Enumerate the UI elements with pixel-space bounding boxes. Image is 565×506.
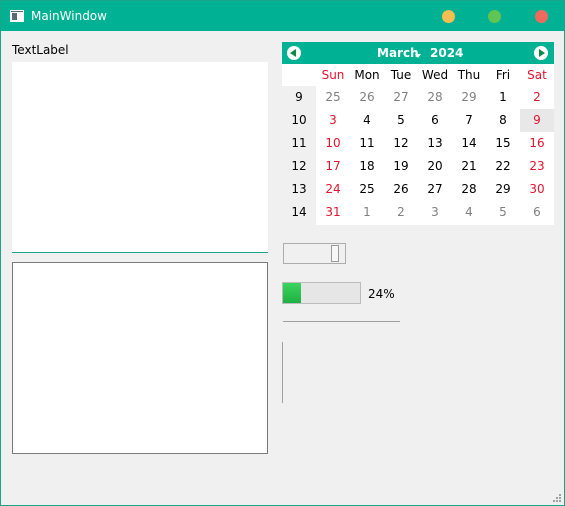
next-month-arrow-icon[interactable] (534, 46, 548, 60)
calendar-day[interactable]: 7 (452, 109, 486, 132)
title-bar[interactable]: MainWindow (1, 1, 564, 31)
weekday-header: Thu (452, 64, 486, 86)
calendar-day[interactable]: 10 (316, 132, 350, 155)
main-window: MainWindow TextLabel March 2024 Sun Mon Tu… (0, 0, 565, 506)
calendar-day[interactable]: 2 (384, 201, 418, 224)
calendar-day[interactable]: 26 (350, 86, 384, 109)
calendar-day[interactable]: 3 (418, 201, 452, 224)
week-number: 13 (282, 178, 316, 201)
calendar-day[interactable]: 17 (316, 155, 350, 178)
calendar-day[interactable]: 28 (452, 178, 486, 201)
progress-fill (283, 283, 301, 303)
progress-percent: 24% (368, 287, 395, 301)
calendar-day[interactable]: 29 (452, 86, 486, 109)
weekday-header: Tue (384, 64, 418, 86)
calendar-day[interactable]: 18 (350, 155, 384, 178)
calendar-day[interactable]: 15 (486, 132, 520, 155)
calendar-day[interactable]: 14 (452, 132, 486, 155)
text-edit-bottom[interactable] (12, 262, 268, 454)
app-window-icon (10, 10, 24, 22)
slider-handle[interactable] (331, 245, 339, 262)
calendar-day[interactable]: 29 (486, 178, 520, 201)
calendar-day[interactable]: 28 (418, 86, 452, 109)
calendar-day[interactable]: 13 (418, 132, 452, 155)
year-selector[interactable]: 2024 (430, 46, 463, 60)
calendar-day[interactable]: 1 (486, 86, 520, 109)
week-number: 12 (282, 155, 316, 178)
calendar-day[interactable]: 21 (452, 155, 486, 178)
week-number: 10 (282, 109, 316, 132)
vertical-line (282, 342, 283, 403)
calendar-day[interactable]: 26 (384, 178, 418, 201)
calendar-day[interactable]: 25 (350, 178, 384, 201)
prev-month-arrow-icon[interactable] (287, 46, 301, 60)
calendar-navigation-bar: March 2024 (282, 42, 554, 64)
calendar-day[interactable]: 9 (520, 109, 554, 132)
size-grip-icon[interactable] (552, 493, 561, 502)
calendar-day[interactable]: 5 (384, 109, 418, 132)
calendar-day[interactable]: 22 (486, 155, 520, 178)
calendar-day[interactable]: 30 (520, 178, 554, 201)
calendar-day[interactable]: 4 (350, 109, 384, 132)
calendar-widget[interactable]: March 2024 Sun Mon Tue Wed Thu Fri Sat 9 25 26 27 2… (282, 42, 554, 225)
window-title: MainWindow (31, 9, 107, 23)
calendar-day[interactable]: 19 (384, 155, 418, 178)
maximize-button[interactable] (488, 10, 501, 23)
progress-bar (282, 282, 361, 304)
month-dropdown-chevron-icon[interactable] (415, 54, 421, 58)
text-label: TextLabel (12, 43, 69, 57)
calendar-day[interactable]: 8 (486, 109, 520, 132)
week-number: 14 (282, 201, 316, 224)
calendar-day[interactable]: 27 (418, 178, 452, 201)
weekday-header: Mon (350, 64, 384, 86)
close-button[interactable] (535, 10, 548, 23)
calendar-day[interactable]: 11 (350, 132, 384, 155)
calendar-day[interactable]: 3 (316, 109, 350, 132)
minimize-button[interactable] (442, 10, 455, 23)
calendar-day[interactable]: 5 (486, 201, 520, 224)
horizontal-slider[interactable] (283, 243, 346, 264)
calendar-day[interactable]: 2 (520, 86, 554, 109)
calendar-day[interactable]: 24 (316, 178, 350, 201)
week-number: 11 (282, 132, 316, 155)
calendar-day[interactable]: 4 (452, 201, 486, 224)
weekday-header: Sat (520, 64, 554, 86)
calendar-day[interactable]: 12 (384, 132, 418, 155)
weekday-header: Sun (316, 64, 350, 86)
calendar-day[interactable]: 16 (520, 132, 554, 155)
text-edit-top[interactable] (12, 62, 268, 253)
calendar-day[interactable]: 1 (350, 201, 384, 224)
weekday-header: Wed (418, 64, 452, 86)
calendar-grid: Sun Mon Tue Wed Thu Fri Sat 9 25 26 27 28 29 1 2 10 3 4 5 6… (282, 64, 554, 225)
month-selector[interactable]: March (377, 46, 419, 60)
calendar-day[interactable]: 20 (418, 155, 452, 178)
weekday-header: Fri (486, 64, 520, 86)
calendar-day[interactable]: 6 (520, 201, 554, 224)
calendar-day[interactable]: 25 (316, 86, 350, 109)
calendar-day[interactable]: 23 (520, 155, 554, 178)
calendar-day[interactable]: 6 (418, 109, 452, 132)
horizontal-line (283, 321, 400, 322)
week-number: 9 (282, 86, 316, 109)
calendar-day[interactable]: 27 (384, 86, 418, 109)
calendar-day[interactable]: 31 (316, 201, 350, 224)
